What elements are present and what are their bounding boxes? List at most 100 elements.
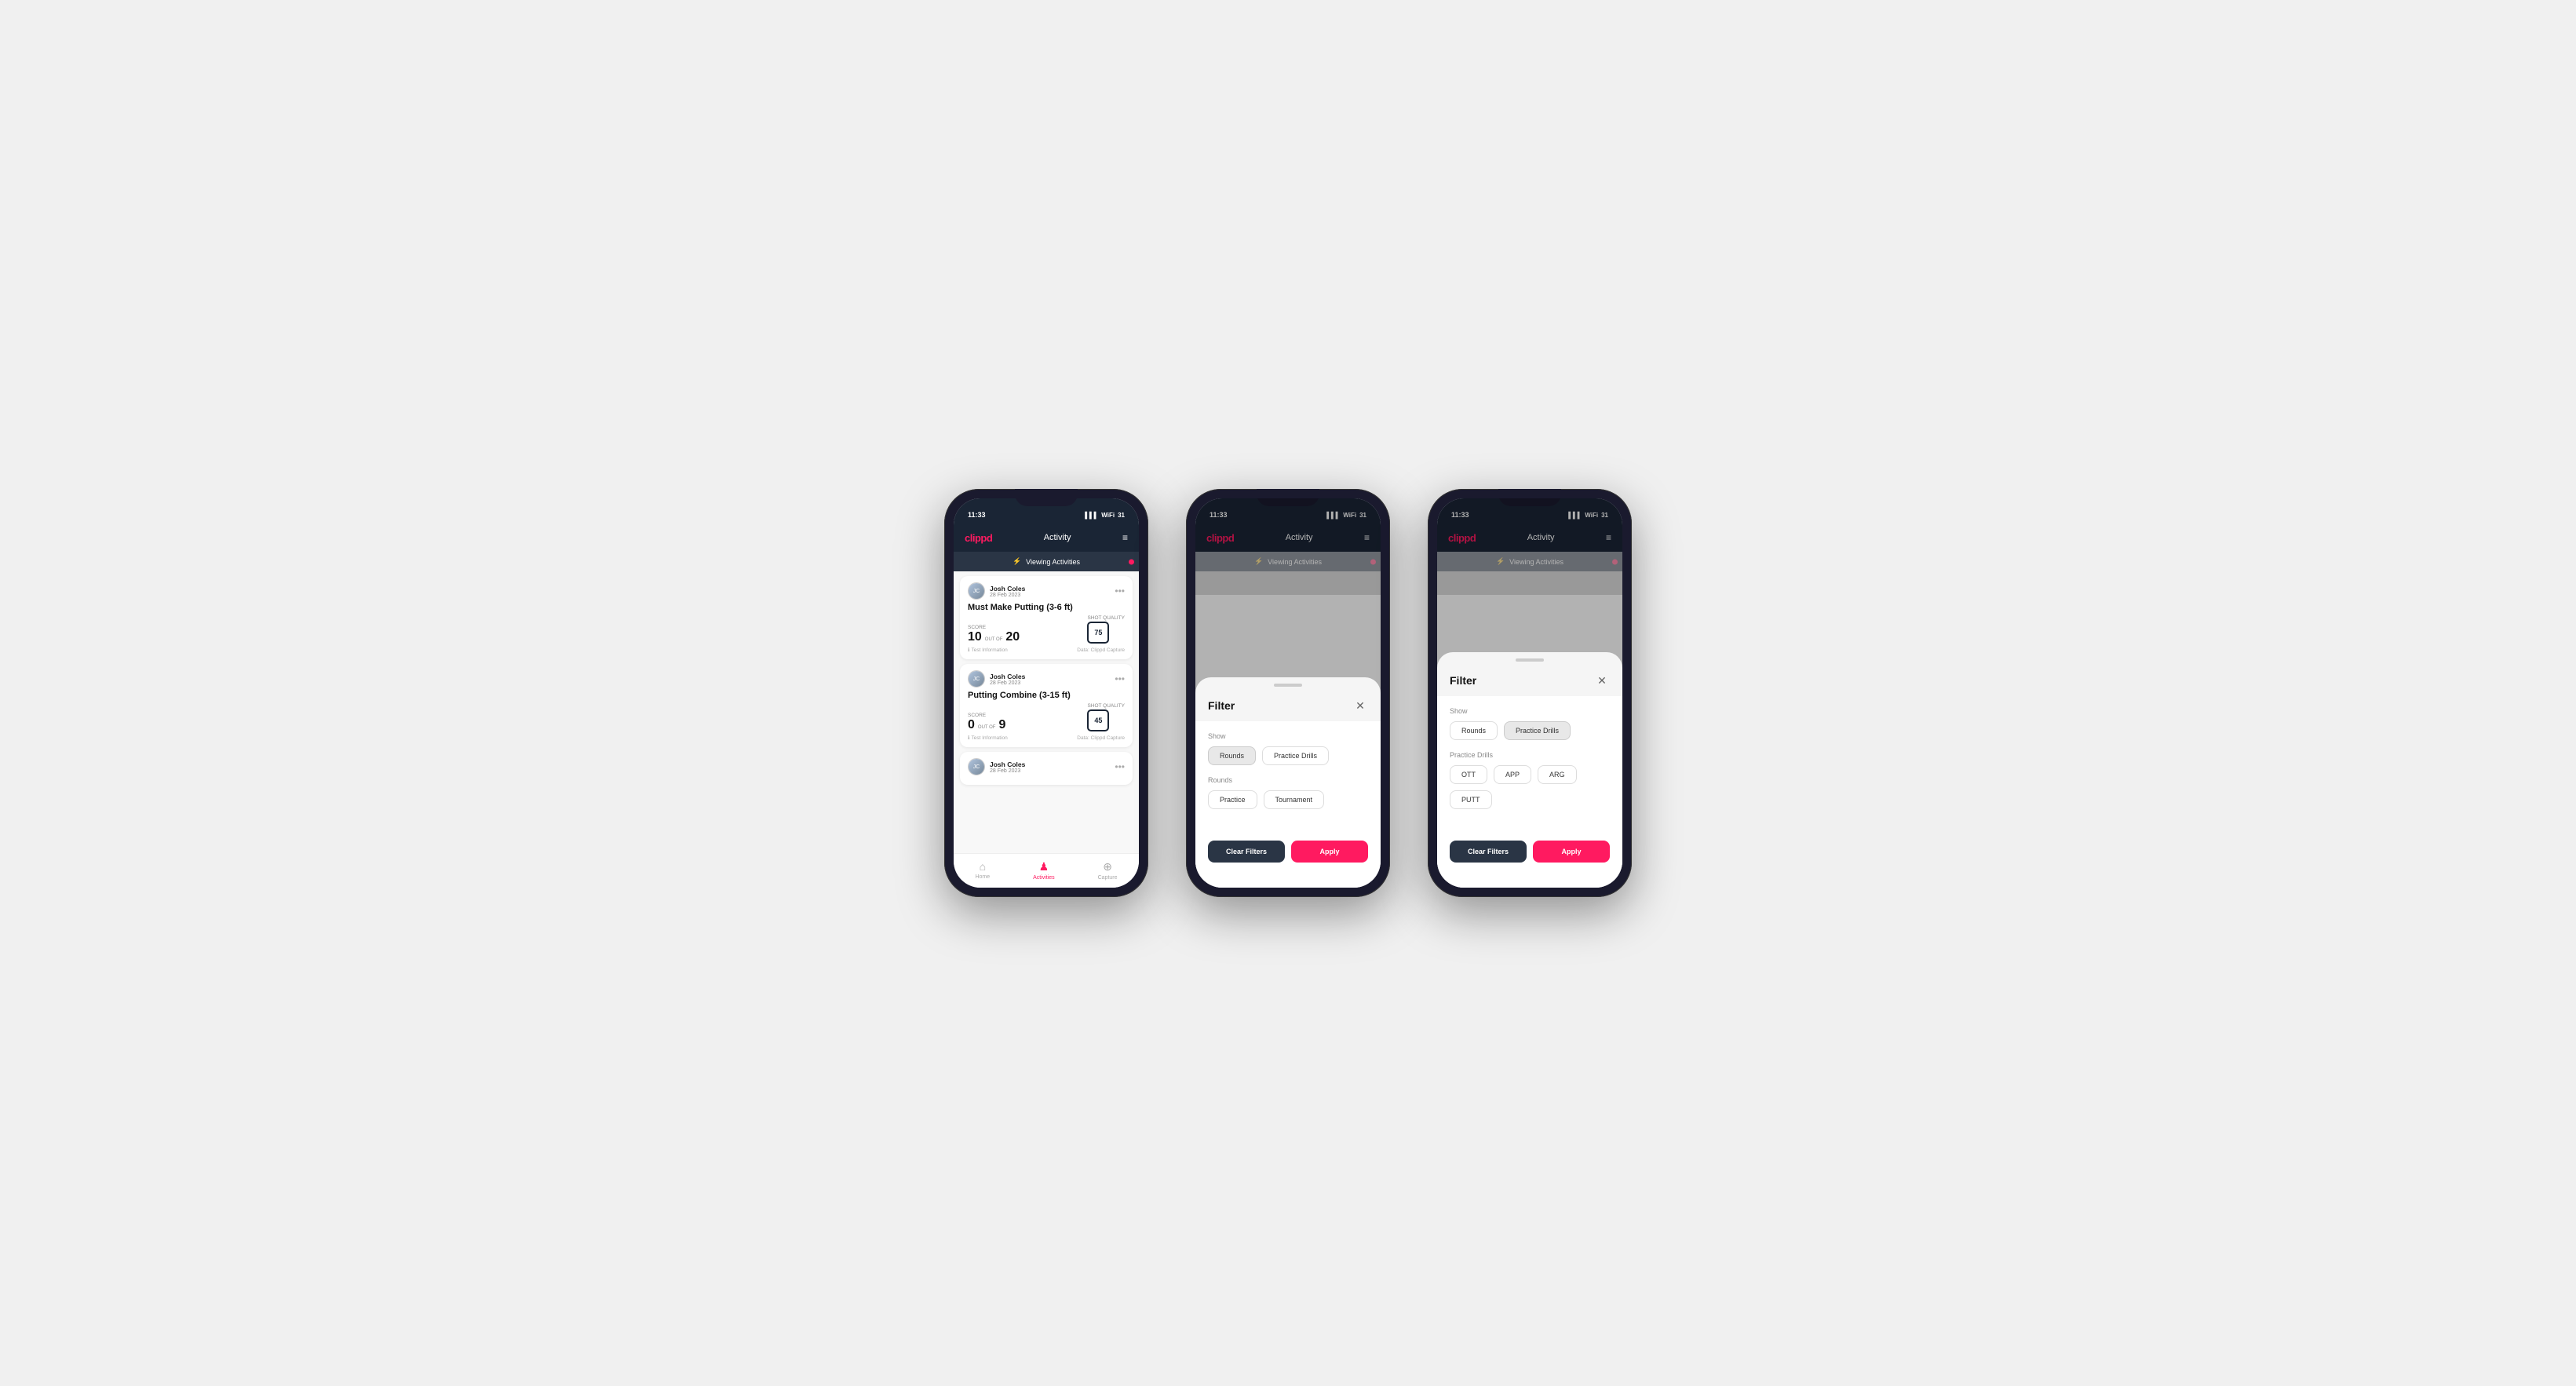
- info-icon-1: ℹ: [968, 647, 969, 653]
- card-1-dots[interactable]: •••: [1115, 586, 1125, 596]
- quality-label-1: Shot Quality: [1087, 615, 1125, 621]
- card-1-stats: Score 10 OUT OF 20 Shot Quality 75: [968, 615, 1125, 644]
- test-info-1: ℹ Test Information: [968, 647, 1008, 653]
- modal-sheet-2: Filter ✕ Show Rounds Practice Drills: [1195, 677, 1381, 888]
- user-info-3: Josh Coles 28 Feb 2023: [990, 760, 1025, 774]
- card-3-header: JC Josh Coles 28 Feb 2023 •••: [968, 758, 1125, 775]
- show-buttons-3: Rounds Practice Drills: [1450, 721, 1610, 740]
- info-icon-2: ℹ: [968, 735, 969, 741]
- card-2-quality-block: Shot Quality 45: [1087, 703, 1125, 731]
- modal-footer-3: Clear Filters Apply: [1437, 831, 1622, 875]
- user-info-2: Josh Coles 28 Feb 2023: [990, 673, 1025, 686]
- clear-filters-btn-3[interactable]: Clear Filters: [1450, 841, 1527, 863]
- home-label: Home: [975, 874, 990, 880]
- card-2-user: JC Josh Coles 28 Feb 2023: [968, 670, 1025, 688]
- user-info-1: Josh Coles 28 Feb 2023: [990, 585, 1025, 598]
- shots-value-1: 20: [1005, 631, 1020, 644]
- card-1-title: Must Make Putting (3-6 ft): [968, 603, 1125, 612]
- score-inline-2: 0 OUT OF 9: [968, 719, 1005, 731]
- logo-1: clippd: [965, 532, 992, 544]
- modal-body-2: Show Rounds Practice Drills Rounds Pract…: [1195, 721, 1381, 831]
- shots-value-2: 9: [998, 719, 1005, 731]
- rounds-section-2: Rounds Practice Tournament: [1208, 776, 1368, 809]
- red-dot-1: [1129, 559, 1134, 564]
- app-btn[interactable]: APP: [1494, 765, 1531, 784]
- putt-btn[interactable]: PUTT: [1450, 790, 1492, 809]
- notch-1: [1015, 489, 1078, 506]
- filter-modal-2: Filter ✕ Show Rounds Practice Drills: [1195, 498, 1381, 888]
- card-1-header: JC Josh Coles 28 Feb 2023 •••: [968, 582, 1125, 600]
- modal-handle-2: [1274, 684, 1302, 687]
- apply-btn-2[interactable]: Apply: [1291, 841, 1368, 863]
- card-3-user: JC Josh Coles 28 Feb 2023: [968, 758, 1025, 775]
- rounds-btn-2[interactable]: Rounds: [1208, 746, 1256, 765]
- user-name-1: Josh Coles: [990, 585, 1025, 593]
- out-of-2: OUT OF: [978, 725, 996, 730]
- quality-badge-1: 75: [1087, 622, 1109, 644]
- user-date-2: 28 Feb 2023: [990, 680, 1025, 686]
- user-name-3: Josh Coles: [990, 760, 1025, 768]
- viewing-bar-1[interactable]: ⚡ Viewing Activities: [954, 552, 1139, 571]
- close-icon-3[interactable]: ✕: [1594, 673, 1610, 688]
- practice-drills-btn-3[interactable]: Practice Drills: [1504, 721, 1571, 740]
- activities-icon: ♟: [1039, 860, 1049, 874]
- filter-title-3: Filter: [1450, 674, 1476, 687]
- phone-2-screen: 11:33 ▌▌▌ WiFi 31 clippd Activity ≡ ⚡ Vi…: [1195, 498, 1381, 888]
- practice-drills-btn-2[interactable]: Practice Drills: [1262, 746, 1329, 765]
- tab-home[interactable]: ⌂ Home: [975, 860, 990, 880]
- score-label-2: Score: [968, 713, 1005, 718]
- card-2-header: JC Josh Coles 28 Feb 2023 •••: [968, 670, 1125, 688]
- ott-btn[interactable]: OTT: [1450, 765, 1487, 784]
- apply-btn-3[interactable]: Apply: [1533, 841, 1610, 863]
- filter-title-2: Filter: [1208, 699, 1235, 712]
- rounds-buttons-2: Practice Tournament: [1208, 790, 1368, 809]
- close-icon-2[interactable]: ✕: [1352, 698, 1368, 713]
- card-3-dots[interactable]: •••: [1115, 762, 1125, 771]
- card-2-dots[interactable]: •••: [1115, 674, 1125, 684]
- score-label-1: Score: [968, 625, 1020, 630]
- avatar-inner-3: JC: [969, 759, 984, 775]
- activity-card-3: JC Josh Coles 28 Feb 2023 •••: [960, 752, 1133, 785]
- card-1-footer: ℹ Test Information Data: Clippd Capture: [968, 647, 1125, 653]
- show-label-3: Show: [1450, 707, 1610, 715]
- drills-label-3: Practice Drills: [1450, 751, 1610, 759]
- score-value-2: 0: [968, 719, 975, 731]
- modal-footer-2: Clear Filters Apply: [1195, 831, 1381, 875]
- rounds-btn-3[interactable]: Rounds: [1450, 721, 1498, 740]
- menu-icon-1[interactable]: ≡: [1122, 532, 1128, 543]
- avatar-1: JC: [968, 582, 985, 600]
- card-2-footer: ℹ Test Information Data: Clippd Capture: [968, 735, 1125, 741]
- viewing-label-1: Viewing Activities: [1026, 558, 1080, 566]
- nav-title-1: Activity: [1044, 533, 1071, 542]
- modal-header-2: Filter ✕: [1195, 693, 1381, 721]
- user-date-1: 28 Feb 2023: [990, 593, 1025, 598]
- capture-icon: ⊕: [1103, 860, 1112, 874]
- show-buttons-2: Rounds Practice Drills: [1208, 746, 1368, 765]
- drills-section-3: Practice Drills OTT APP ARG PUTT: [1450, 751, 1610, 809]
- nav-bar-1: clippd Activity ≡: [954, 523, 1139, 552]
- practice-round-btn-2[interactable]: Practice: [1208, 790, 1257, 809]
- tournament-btn-2[interactable]: Tournament: [1264, 790, 1325, 809]
- phone-3-screen: 11:33 ▌▌▌ WiFi 31 clippd Activity ≡ ⚡ Vi…: [1437, 498, 1622, 888]
- show-section-2: Show Rounds Practice Drills: [1208, 732, 1368, 765]
- modal-bottom-3: [1437, 875, 1622, 888]
- card-2-title: Putting Combine (3-15 ft): [968, 691, 1125, 700]
- out-of-1: OUT OF: [985, 637, 1003, 642]
- phone-3: 11:33 ▌▌▌ WiFi 31 clippd Activity ≡ ⚡ Vi…: [1428, 489, 1632, 897]
- avatar-2: JC: [968, 670, 985, 688]
- time-1: 11:33: [968, 511, 986, 519]
- show-label-2: Show: [1208, 732, 1368, 740]
- card-1-quality-block: Shot Quality 75: [1087, 615, 1125, 644]
- clear-filters-btn-2[interactable]: Clear Filters: [1208, 841, 1285, 863]
- activity-list-1: JC Josh Coles 28 Feb 2023 ••• Must Make …: [954, 571, 1139, 853]
- data-source-1: Data: Clippd Capture: [1077, 647, 1125, 653]
- activity-card-2: JC Josh Coles 28 Feb 2023 ••• Putting Co…: [960, 664, 1133, 747]
- rounds-label-2: Rounds: [1208, 776, 1368, 784]
- card-2-stats: Score 0 OUT OF 9 Shot Quality 45: [968, 703, 1125, 731]
- tab-activities[interactable]: ♟ Activities: [1033, 860, 1055, 881]
- modal-body-3: Show Rounds Practice Drills Practice Dri…: [1437, 696, 1622, 831]
- arg-btn[interactable]: ARG: [1538, 765, 1577, 784]
- quality-badge-2: 45: [1087, 709, 1109, 731]
- tab-capture[interactable]: ⊕ Capture: [1098, 860, 1118, 881]
- modal-header-3: Filter ✕: [1437, 668, 1622, 696]
